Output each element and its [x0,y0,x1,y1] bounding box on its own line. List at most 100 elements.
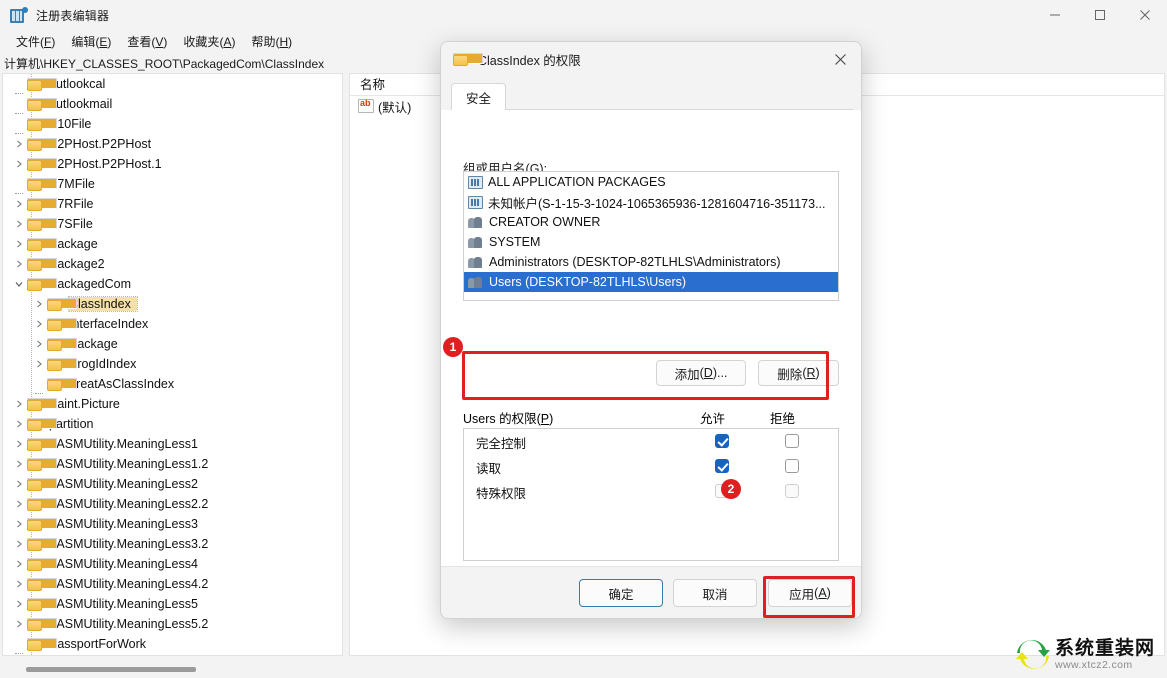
apply-button[interactable]: 应用(A) [768,579,852,607]
tree-item-partition[interactable]: partition [3,414,342,434]
tree-item-pasmutility-meaningless2[interactable]: PASMUtility.MeaningLess2 [3,474,342,494]
ok-button[interactable]: 确定 [579,579,663,607]
permissions-list[interactable]: 完全控制 读取 特殊权限 [463,428,839,561]
cancel-button[interactable]: 取消 [673,579,757,607]
watermark: 系统重装网 www.xtcz2.com [1015,637,1155,671]
registry-tree-pane[interactable]: outlookcal outlookmail P10File P2PHost.P2PH… [2,73,343,656]
chevron-right-icon[interactable] [11,420,27,428]
tree-item-paint-picture[interactable]: Paint.Picture [3,394,342,414]
tree-item-pasmutility-meaningless1-2[interactable]: PASMUtility.MeaningLess1.2 [3,454,342,474]
permission-label: 读取 [476,462,502,476]
folder-icon [27,577,57,591]
tree-horizontal-scrollbar[interactable] [2,662,343,676]
chevron-right-icon[interactable] [11,160,27,168]
tree-item-pasmutility-meaningless2-2[interactable]: PASMUtility.MeaningLess2.2 [3,494,342,514]
chevron-right-icon[interactable] [11,460,27,468]
menu-edit[interactable]: 编辑(E) [63,31,119,52]
chevron-down-icon[interactable] [11,280,27,288]
registry-path: 计算机\HKEY_CLASSES_ROOT\PackagedCom\ClassI… [4,56,325,71]
deny-checkbox[interactable] [785,484,799,498]
tree-item-p7rfile[interactable]: P7RFile [3,194,342,214]
tree-item-pasmutility-meaningless1[interactable]: PASMUtility.MeaningLess1 [3,434,342,454]
watermark-name: 系统重装网 [1054,637,1155,659]
tree-item-classindex[interactable]: ClassIndex [3,294,342,314]
tree-item-progidindex[interactable]: ProgIdIndex [3,354,342,374]
tree-item-p2phost-p2phost-1[interactable]: P2PHost.P2PHost.1 [3,154,342,174]
add-button-accel: D [703,366,713,380]
tree-item-label: PASMUtility.MeaningLess5 [49,597,198,611]
tree-item-package[interactable]: Package [3,334,342,354]
chevron-right-icon[interactable] [11,240,27,248]
allow-checkbox[interactable] [715,459,729,473]
folder-icon [27,197,57,211]
chevron-right-icon[interactable] [11,600,27,608]
menu-favorites[interactable]: 收藏夹(A) [175,31,243,52]
remove-button-text: 删除 [777,367,803,382]
tree-item-package2[interactable]: Package2 [3,254,342,274]
tab-security[interactable]: 安全 [451,83,507,113]
tree-item-p10file[interactable]: P10File [3,114,342,134]
menu-view[interactable]: 查看(V) [119,31,175,52]
allow-checkbox[interactable] [715,434,729,448]
tree-item-label: outlookcal [49,77,106,91]
chevron-right-icon[interactable] [31,360,47,368]
tree-item-outlookmail[interactable]: outlookmail [3,94,342,114]
chevron-right-icon[interactable] [11,560,27,568]
tree-item-label: PASMUtility.MeaningLess2.2 [49,497,209,511]
tree-item-pasmutility-meaningless3[interactable]: PASMUtility.MeaningLess3 [3,514,342,534]
tab-security-label: 安全 [466,92,492,106]
menu-help[interactable]: 帮助(H) [243,31,300,52]
menu-file[interactable]: 文件(F) [8,31,63,52]
chevron-right-icon[interactable] [11,400,27,408]
folder-icon [27,437,57,451]
add-button-text: 添加 [674,367,700,382]
remove-button[interactable]: 删除(R) [758,360,839,386]
chevron-right-icon[interactable] [31,320,47,328]
tree-item-p7sfile[interactable]: P7SFile [3,214,342,234]
tree-item-p7mfile[interactable]: P7MFile [3,174,342,194]
deny-checkbox[interactable] [785,434,799,448]
tree-item-label: PassportForWork [49,637,147,651]
tree-item-packagedcom[interactable]: PackagedCom [3,274,342,294]
tree-item-pasmutility-meaningless4[interactable]: PASMUtility.MeaningLess4 [3,554,342,574]
chevron-right-icon[interactable] [11,440,27,448]
chevron-right-icon[interactable] [11,140,27,148]
deny-checkbox[interactable] [785,459,799,473]
list-item[interactable]: CREATOR OWNER [464,212,838,232]
chevron-right-icon[interactable] [11,500,27,508]
list-item[interactable]: SYSTEM [464,232,838,252]
group-user-list[interactable]: ALL APPLICATION PACKAGES 未知帐户(S-1-15-3-10… [463,171,839,301]
chevron-right-icon[interactable] [31,340,47,348]
chevron-right-icon[interactable] [11,220,27,228]
chevron-right-icon[interactable] [11,580,27,588]
list-item[interactable]: ALL APPLICATION PACKAGES [464,172,838,192]
chevron-right-icon[interactable] [11,540,27,548]
list-item[interactable]: Users (DESKTOP-82TLHLS\Users) [464,272,838,292]
tree-item-pasmutility-meaningless5[interactable]: PASMUtility.MeaningLess5 [3,594,342,614]
dialog-close-icon[interactable] [819,42,861,76]
tree-item-p2phost-p2phost[interactable]: P2PHost.P2PHost [3,134,342,154]
tree-item-pasmutility-meaningless4-2[interactable]: PASMUtility.MeaningLess4.2 [3,574,342,594]
chevron-right-icon[interactable] [11,260,27,268]
chevron-right-icon[interactable] [11,520,27,528]
tree-item-treatasclassindex[interactable]: TreatAsClassIndex [3,374,342,394]
chevron-right-icon[interactable] [11,620,27,628]
tree-item-interfaceindex[interactable]: InterfaceIndex [3,314,342,334]
list-item[interactable]: Administrators (DESKTOP-82TLHLS\Administ… [464,252,838,272]
tree-item-pasmutility-meaningless5-2[interactable]: PASMUtility.MeaningLess5.2 [3,614,342,634]
chevron-right-icon[interactable] [11,480,27,488]
chevron-right-icon[interactable] [31,300,47,308]
tree-item-pasmutility-meaningless3-2[interactable]: PASMUtility.MeaningLess3.2 [3,534,342,554]
tree-item-package[interactable]: Package [3,234,342,254]
close-icon[interactable] [1122,0,1167,30]
tree-item-passportforwork[interactable]: PassportForWork [3,634,342,654]
pane-splitter[interactable] [344,73,348,656]
permissions-for-label: Users 的权限(P) [463,412,554,426]
tree-item-outlookcal[interactable]: outlookcal [3,74,342,94]
minimize-icon[interactable] [1032,0,1077,30]
maximize-icon[interactable] [1077,0,1122,30]
add-button[interactable]: 添加(D)... [656,360,746,386]
list-item[interactable]: 未知帐户(S-1-15-3-1024-1065365936-1281604716… [464,192,838,212]
chevron-right-icon[interactable] [11,200,27,208]
window-controls [1032,0,1167,30]
